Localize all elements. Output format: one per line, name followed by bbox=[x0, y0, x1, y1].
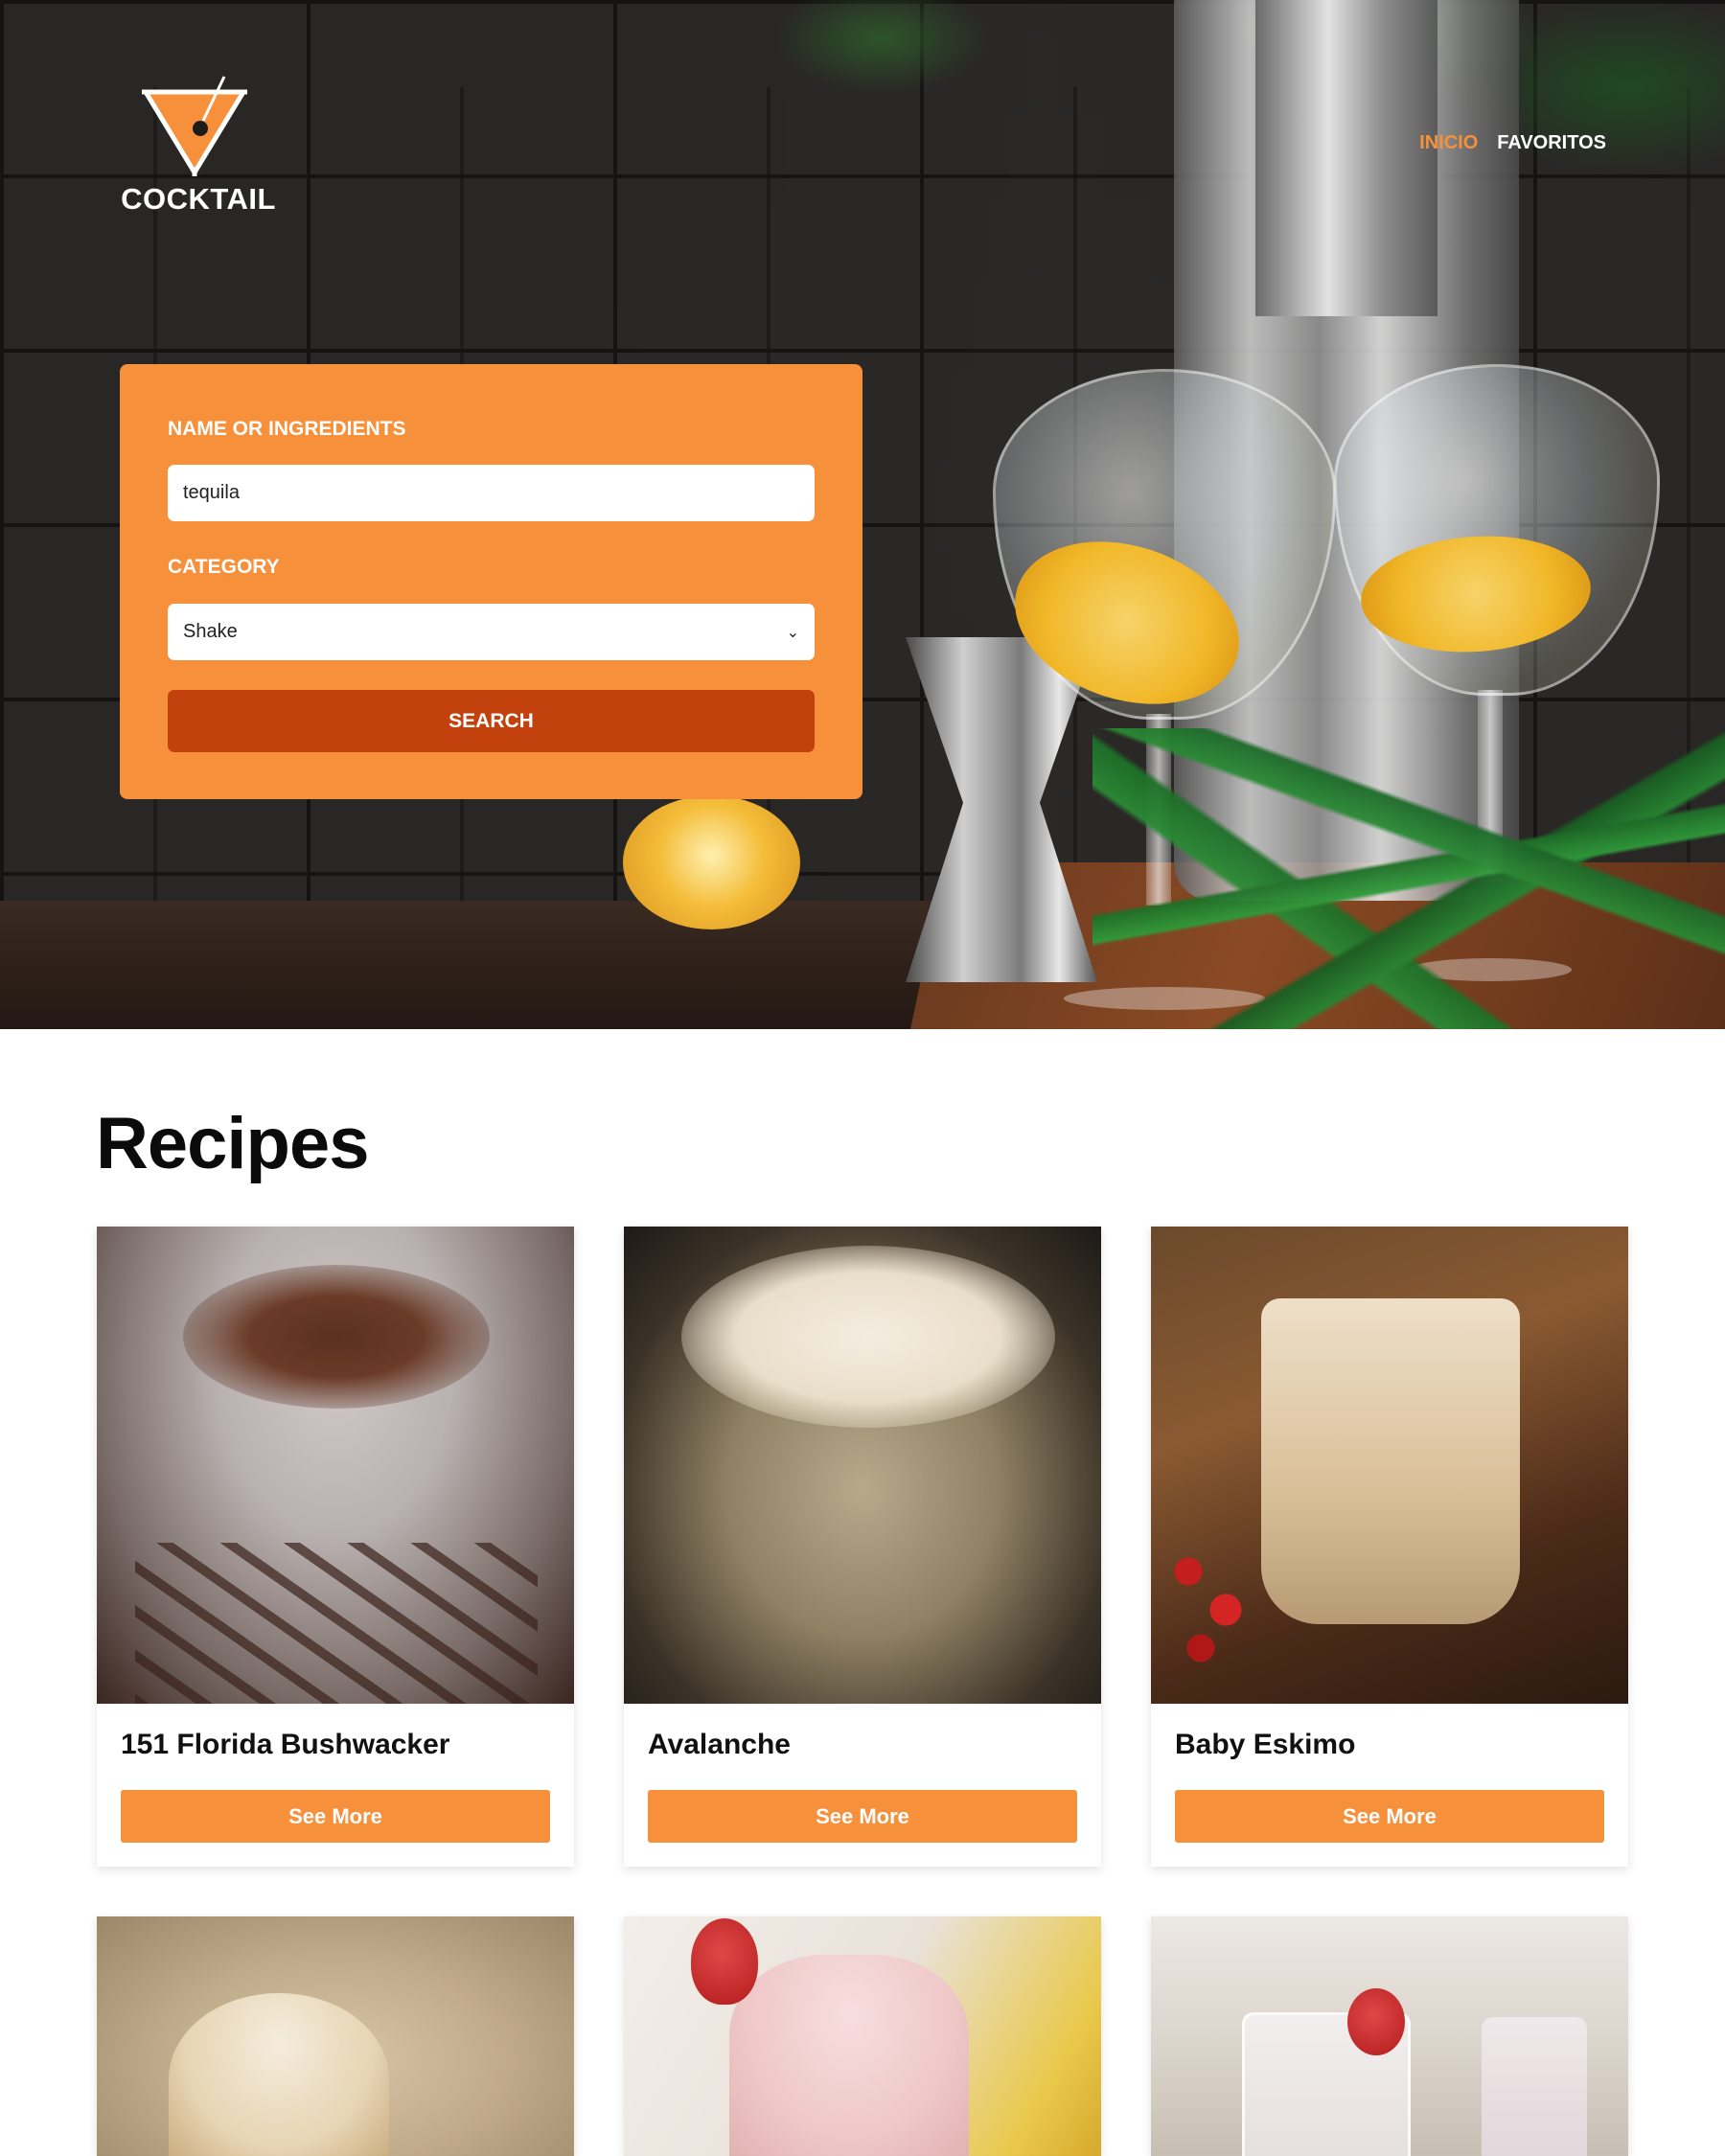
martini-glass-icon bbox=[142, 76, 247, 176]
hero-section: COCKTAIL INICIO FAVORITOS NAME OR INGRED… bbox=[0, 0, 1725, 1029]
name-field-label: NAME OR INGREDIENTS bbox=[168, 418, 406, 440]
drink-jar-background bbox=[1482, 2017, 1587, 2156]
recipes-title: Recipes bbox=[96, 1103, 369, 1184]
search-form: NAME OR INGREDIENTS tequila CATEGORY Sha… bbox=[120, 364, 862, 799]
recipe-name: Avalanche bbox=[648, 1729, 791, 1760]
search-button[interactable]: SEARCH bbox=[168, 690, 815, 752]
category-field-label: CATEGORY bbox=[168, 556, 280, 578]
brand-logo[interactable]: COCKTAIL bbox=[117, 73, 280, 217]
recipe-card bbox=[97, 1916, 574, 2156]
category-selected-value: Shake bbox=[183, 621, 238, 642]
recipe-card: Baby Eskimo See More bbox=[1151, 1227, 1628, 1867]
drink-glass bbox=[729, 1955, 969, 2156]
category-select[interactable]: Shake ⌄ bbox=[168, 604, 815, 660]
whipped-cream bbox=[681, 1246, 1055, 1428]
strawberry-garnish bbox=[691, 1918, 758, 2005]
chevron-down-icon: ⌄ bbox=[786, 624, 799, 641]
recipe-name: 151 Florida Bushwacker bbox=[121, 1729, 450, 1760]
brand-name: COCKTAIL bbox=[121, 182, 276, 216]
chocolate-shavings bbox=[183, 1265, 490, 1409]
recipe-card: 151 Florida Bushwacker See More bbox=[97, 1227, 574, 1867]
recipe-card: Avalanche See More bbox=[624, 1227, 1101, 1867]
recipe-image[interactable] bbox=[97, 1916, 574, 2156]
red-berries bbox=[1151, 1495, 1276, 1686]
strawberry-garnish bbox=[1347, 1988, 1405, 2055]
recipe-image[interactable] bbox=[97, 1227, 574, 1704]
cocktail-shaker-top bbox=[1255, 0, 1438, 316]
drink-glass bbox=[1261, 1298, 1520, 1624]
see-more-button[interactable]: See More bbox=[121, 1790, 550, 1843]
recipe-name: Baby Eskimo bbox=[1175, 1729, 1356, 1760]
nav-link-favoritos[interactable]: FAVORITOS bbox=[1497, 132, 1606, 154]
drink-glass bbox=[169, 1993, 389, 2156]
recipe-card bbox=[624, 1916, 1101, 2156]
chocolate-swirl bbox=[135, 1543, 538, 1704]
see-more-button[interactable]: See More bbox=[648, 1790, 1077, 1843]
main-nav: INICIO FAVORITOS bbox=[1419, 132, 1606, 154]
nav-link-inicio[interactable]: INICIO bbox=[1419, 132, 1478, 154]
lemon-half bbox=[623, 795, 800, 929]
see-more-button[interactable]: See More bbox=[1175, 1790, 1604, 1843]
recipe-image[interactable] bbox=[624, 1916, 1101, 2156]
name-input[interactable]: tequila bbox=[168, 465, 815, 521]
recipe-image[interactable] bbox=[1151, 1227, 1628, 1704]
palm-leaves bbox=[1092, 728, 1725, 1029]
recipe-image[interactable] bbox=[1151, 1916, 1628, 2156]
recipe-card bbox=[1151, 1916, 1628, 2156]
recipe-image[interactable] bbox=[624, 1227, 1101, 1704]
